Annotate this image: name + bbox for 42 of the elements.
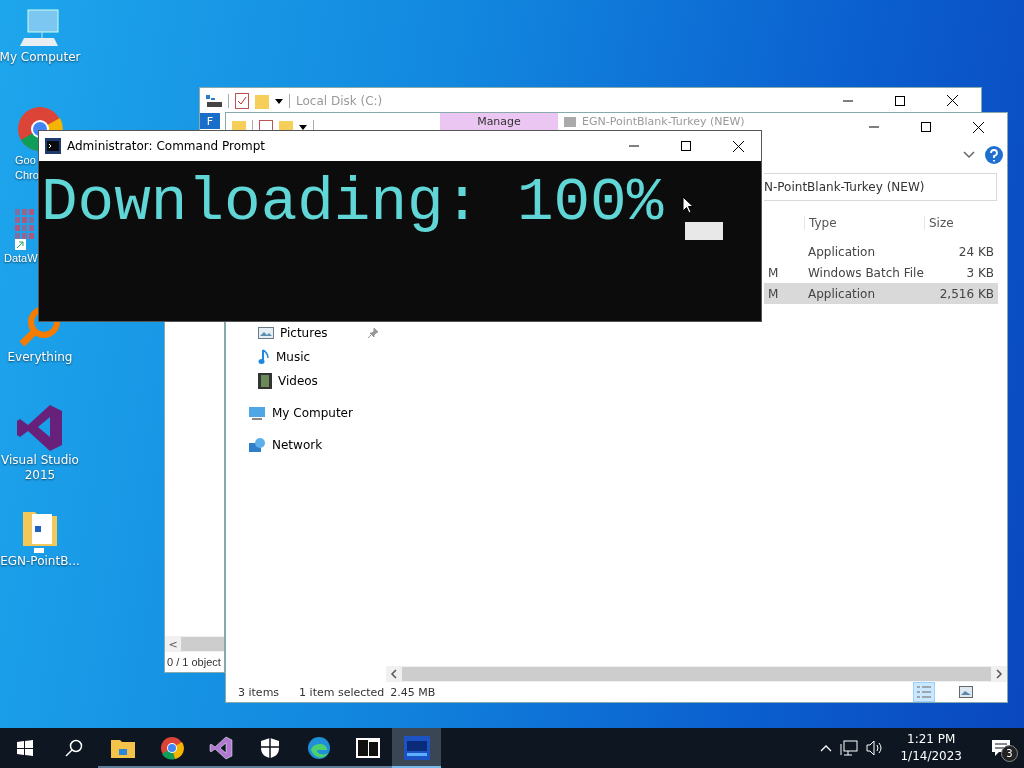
date-text: 1/14/2023 <box>900 748 962 765</box>
icon-label: DataW <box>4 251 38 266</box>
time-text: 1:21 PM <box>907 731 956 748</box>
file-row[interactable]: M Application 2,516 KB <box>764 283 998 304</box>
manage-tab[interactable]: Manage <box>440 113 558 130</box>
column-header[interactable]: Type <box>804 216 924 230</box>
file-row[interactable]: Application 24 KB <box>764 241 998 262</box>
icon-label: Visual Studio <box>1 453 79 468</box>
status-text: 3 items <box>238 685 280 699</box>
nav-item[interactable]: Network <box>272 438 323 452</box>
notifications-button[interactable]: 3 <box>978 728 1024 768</box>
table-cell: 2,516 KB <box>939 286 994 301</box>
icon-label: Goo <box>15 153 36 168</box>
status-text: 0 / 1 object <box>166 655 222 670</box>
window-title: Local Disk (C:) <box>296 93 383 108</box>
status-text: 1 item selected <box>299 685 385 699</box>
icon-label: Everything <box>7 350 73 365</box>
table-cell: Application <box>808 286 876 301</box>
table-cell: M <box>768 265 779 280</box>
nav-item[interactable]: My Computer <box>272 406 353 420</box>
console-output: Downloading: 100% <box>41 167 664 239</box>
icon-label: 2015 <box>24 468 56 483</box>
table-cell: Windows Batch File <box>808 265 924 280</box>
status-text: 2.45 MB <box>390 685 436 699</box>
nav-item[interactable]: Videos <box>278 374 318 388</box>
file-row[interactable]: M Windows Batch File 3 KB <box>764 262 998 283</box>
column-header[interactable]: Size <box>924 216 998 230</box>
address-bar[interactable]: N-PointBlank-Turkey (NEW) <box>764 173 997 201</box>
table-cell: 3 KB <box>966 265 994 280</box>
icon-label: My Computer <box>0 50 81 65</box>
window-title: EGN-PointBlank-Turkey (NEW) <box>582 115 745 128</box>
clock[interactable]: 1:21 PM 1/14/2023 <box>892 731 970 765</box>
nav-item[interactable]: Music <box>276 350 311 364</box>
file-tab[interactable]: F <box>200 113 220 129</box>
table-cell: M <box>768 286 779 301</box>
icon-label: Chro <box>15 168 39 183</box>
table-cell: 24 KB <box>958 244 994 259</box>
nav-item[interactable]: Pictures <box>280 326 328 340</box>
table-cell: Application <box>808 244 876 259</box>
window-title: Administrator: Command Prompt <box>67 139 265 153</box>
icon-label: EGN-PointB... <box>0 554 80 569</box>
notification-count: 3 <box>1001 745 1018 762</box>
